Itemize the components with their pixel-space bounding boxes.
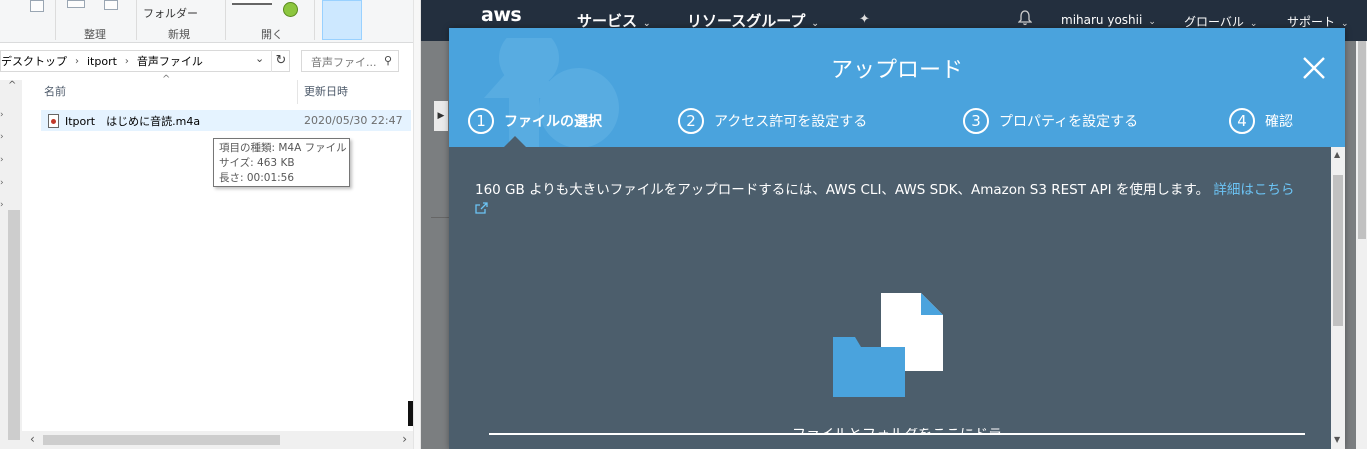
file-date: 2020/05/30 22:47 (304, 114, 403, 127)
scrollbar-thumb[interactable] (43, 435, 280, 445)
scrollbar-thumb[interactable] (1333, 175, 1343, 326)
scroll-down-icon[interactable]: ▼ (1334, 435, 1340, 444)
sort-ascending-icon: ^ (162, 74, 171, 85)
close-icon[interactable] (1302, 56, 1326, 80)
step-label: アクセス許可を設定する (714, 113, 868, 130)
tooltip-size: サイズ: 463 KB (219, 157, 295, 169)
expand-panel-icon[interactable]: ▶ (434, 101, 448, 131)
upload-size-info: 160 GB よりも大きいファイルをアップロードするには、AWS CLI、AWS… (475, 181, 1305, 219)
copy-to-icon[interactable] (104, 0, 118, 10)
column-header-name[interactable]: 名前 (44, 83, 66, 99)
step-number: 2 (678, 107, 704, 134)
step-number: 1 (468, 107, 494, 134)
file-tooltip: 項目の種類: M4A ファイル サイズ: 463 KB 長さ: 00:01:56 (213, 138, 350, 187)
ribbon-separator (136, 0, 137, 40)
step-number: 3 (963, 107, 989, 134)
step-set-permissions[interactable]: 2 アクセス許可を設定する (678, 107, 867, 134)
upload-modal-body: 160 GB よりも大きいファイルをアップロードするには、AWS CLI、AWS… (449, 147, 1331, 449)
aws-console: aws サービス ⌄ リソースグループ ⌄ ✦ miharu yoshii ⌄ グロー… (421, 0, 1367, 449)
search-placeholder: 音声ファイ... (311, 56, 377, 69)
nav-region-label: グローバル (1184, 15, 1244, 29)
scroll-up-icon[interactable]: ▲ (1334, 150, 1340, 159)
scrollbar-thumb[interactable] (1358, 41, 1366, 239)
aws-logo[interactable]: aws (481, 4, 522, 26)
ribbon-separator (225, 0, 226, 40)
scroll-right-icon[interactable]: › (402, 432, 407, 446)
expand-arrow-icon[interactable]: › (0, 200, 4, 210)
chevron-right-icon[interactable]: › (75, 56, 79, 67)
step-select-files[interactable]: 1 ファイルの選択 (468, 107, 602, 134)
external-link-icon (475, 202, 488, 214)
select-button[interactable] (322, 0, 362, 40)
page-scrollbar[interactable] (1356, 41, 1367, 449)
breadcrumb-desktop[interactable]: デスクトップ (1, 53, 67, 69)
chevron-right-icon[interactable]: › (125, 56, 129, 67)
ribbon-group-organize: 整理 (84, 28, 106, 41)
column-divider[interactable] (297, 80, 298, 104)
window-divider[interactable] (413, 0, 421, 449)
file-and-folder-icon (833, 293, 943, 397)
horizontal-scrollbar[interactable]: ‹ › (22, 431, 413, 449)
new-folder-button[interactable]: フォルダー (143, 5, 198, 21)
drop-zone-border[interactable] (489, 433, 1305, 435)
expand-arrow-icon[interactable]: › (0, 178, 4, 188)
bell-icon[interactable] (1018, 10, 1032, 26)
scroll-up-icon[interactable]: ^ (8, 80, 16, 91)
upload-modal: アップロード 1 ファイルの選択 2 アクセス許可を設定する 3 プロパティを設… (449, 28, 1345, 449)
learn-more-label: 詳細はこちら (1213, 182, 1295, 198)
properties-button-icon[interactable] (232, 0, 272, 5)
properties-icon[interactable] (30, 0, 44, 12)
file-name: Itport はじめに音読.m4a (65, 114, 201, 128)
breadcrumb-itport[interactable]: itport (87, 55, 117, 68)
modal-scrollbar[interactable]: ▲ ▼ (1331, 147, 1345, 449)
tooltip-type: 項目の種類: M4A ファイル (219, 142, 347, 154)
ribbon: 整理 フォルダー 新規 開く (0, 0, 413, 43)
info-text: 160 GB よりも大きいファイルをアップロードするには、AWS CLI、AWS… (475, 182, 1210, 198)
step-review[interactable]: 4 確認 (1229, 107, 1293, 134)
tooltip-length: 長さ: 00:01:56 (219, 172, 295, 184)
modal-title: アップロード (830, 58, 963, 83)
scrollbar-thumb[interactable] (8, 210, 20, 440)
ribbon-group-new: 新規 (168, 28, 190, 41)
nav-support-label: サポート (1287, 15, 1336, 29)
nav-user-menu[interactable]: miharu yoshii ⌄ (1061, 13, 1156, 27)
ribbon-separator (314, 0, 315, 40)
expand-arrow-icon[interactable]: › (0, 132, 4, 142)
move-to-icon[interactable] (67, 0, 85, 8)
step-label: 確認 (1265, 113, 1293, 130)
expand-arrow-icon[interactable]: › (0, 155, 4, 165)
column-header-date-modified[interactable]: 更新日時 (304, 83, 348, 99)
chevron-down-icon[interactable]: ⌄ (255, 52, 264, 65)
chevron-down-icon: ⌄ (1148, 17, 1156, 27)
ribbon-group-open: 開く (261, 28, 283, 41)
step-set-properties[interactable]: 3 プロパティを設定する (963, 107, 1138, 134)
step-number: 4 (1229, 107, 1255, 134)
refresh-icon[interactable]: ↻ (271, 50, 290, 72)
address-bar[interactable]: デスクトップ › itport › 音声ファイル (0, 50, 290, 72)
expand-arrow-icon[interactable]: › (0, 110, 4, 120)
file-row[interactable]: Itport はじめに音読.m4a 2020/05/30 22:47 (41, 110, 411, 131)
search-icon: ⚲ (383, 54, 392, 67)
step-label: プロパティを設定する (999, 113, 1139, 130)
file-explorer-window: 整理 フォルダー 新規 開く デスクトップ › itport › 音声ファイル … (0, 0, 413, 449)
step-label: ファイルの選択 (504, 113, 602, 130)
upload-modal-header: アップロード 1 ファイルの選択 2 アクセス許可を設定する 3 プロパティを設… (449, 28, 1345, 147)
nav-user-label: miharu yoshii (1061, 13, 1143, 27)
active-step-indicator (504, 136, 526, 147)
audio-file-icon (48, 113, 59, 128)
open-check-icon[interactable] (283, 2, 298, 17)
pin-icon[interactable]: ✦ (859, 12, 870, 27)
search-input[interactable]: 音声ファイ... ⚲ (301, 50, 399, 72)
breadcrumb-audio-folder[interactable]: 音声ファイル (137, 53, 203, 69)
ribbon-separator (55, 0, 56, 40)
scroll-left-icon[interactable]: ‹ (30, 432, 35, 446)
